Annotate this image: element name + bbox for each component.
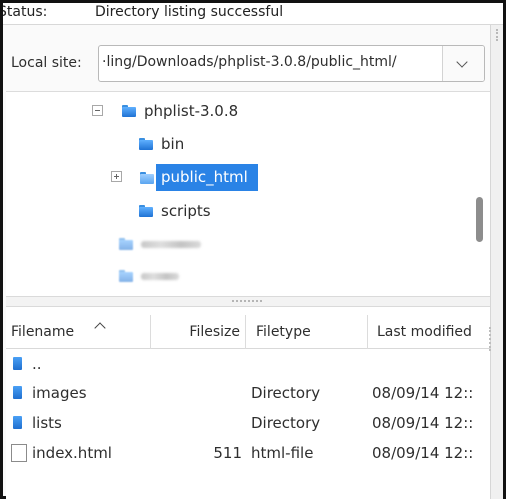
file-modified: 08/09/14 12::: [372, 444, 474, 462]
file-name: ..: [32, 355, 42, 373]
tree-item-phplist[interactable]: phplist-3.0.8: [92, 100, 272, 124]
chevron-down-icon: [456, 56, 468, 68]
folder-open-icon: [140, 172, 154, 184]
local-site-bar: Local site: ·ling/Downloads/phplist-3.0.…: [3, 39, 490, 85]
file-row-parent[interactable]: ..: [6, 349, 490, 379]
file-icon: [11, 444, 27, 462]
column-filetype[interactable]: Filetype: [246, 315, 368, 349]
folder-icon: [13, 416, 23, 429]
column-last-modified[interactable]: Last modified: [368, 315, 490, 349]
status-message: Directory listing successful: [95, 4, 284, 20]
pane-splitter-vertical[interactable]: [490, 25, 503, 499]
file-name: lists: [32, 414, 62, 432]
file-name: index.html: [32, 444, 112, 462]
column-filename[interactable]: Filename: [6, 315, 151, 349]
folder-icon: [139, 205, 153, 217]
collapse-icon[interactable]: [92, 105, 103, 116]
tree-item-bin[interactable]: bin: [139, 133, 219, 157]
tree-selection: public_html: [156, 164, 258, 191]
folder-icon: [139, 138, 153, 150]
column-label: Filename: [11, 324, 75, 340]
tree-item-public-html[interactable]: public_html: [111, 164, 271, 191]
tree-item-label: scripts: [161, 202, 211, 220]
file-list-header: Filename Filesize Filetype Last modified: [6, 315, 491, 351]
folder-icon: [122, 105, 136, 117]
status-log: Status: Directory listing successful: [3, 3, 503, 25]
local-directory-tree[interactable]: phplist-3.0.8 bin public_html scripts: [6, 91, 490, 296]
local-file-list[interactable]: Filename Filesize Filetype Last modified…: [6, 307, 491, 499]
column-label: Last modified: [377, 324, 472, 340]
column-label: Filetype: [256, 324, 311, 340]
tree-item-redacted[interactable]: [119, 233, 209, 257]
folder-icon: [119, 270, 133, 282]
file-name: images: [32, 384, 87, 402]
folder-icon: [13, 357, 23, 370]
file-size: 511: [213, 444, 242, 462]
file-type: Directory: [251, 414, 321, 432]
expand-icon[interactable]: [111, 171, 122, 182]
file-type: html-file: [251, 444, 314, 462]
file-row[interactable]: images Directory 08/09/14 12::: [6, 378, 490, 408]
local-site-label: Local site:: [11, 55, 82, 71]
local-site-dropdown-button[interactable]: [442, 46, 484, 81]
status-label: Status:: [3, 4, 48, 20]
file-modified: 08/09/14 12::: [372, 414, 474, 432]
tree-item-label: public_html: [161, 168, 248, 186]
local-site-combobox[interactable]: ·ling/Downloads/phplist-3.0.8/public_htm…: [98, 45, 485, 82]
column-resize-grip[interactable]: [489, 327, 491, 351]
tree-item-label: phplist-3.0.8: [144, 102, 239, 120]
tree-item-scripts[interactable]: scripts: [139, 200, 239, 224]
local-site-path-input[interactable]: ·ling/Downloads/phplist-3.0.8/public_htm…: [102, 54, 438, 70]
file-row[interactable]: index.html 511 html-file 08/09/14 12::: [6, 438, 490, 468]
tree-scrollbar-thumb[interactable]: [476, 197, 483, 242]
file-row[interactable]: lists Directory 08/09/14 12::: [6, 408, 490, 438]
sort-ascending-icon: [94, 322, 106, 334]
file-modified: 08/09/14 12::: [372, 384, 474, 402]
redacted-label: [141, 273, 179, 280]
redacted-label: [141, 241, 201, 248]
folder-icon: [119, 238, 133, 250]
column-label: Filesize: [189, 324, 240, 340]
folder-icon: [13, 386, 23, 399]
column-filesize[interactable]: Filesize: [151, 315, 246, 349]
tree-item-redacted[interactable]: [119, 265, 209, 289]
splitter-grip: [232, 300, 262, 302]
pane-splitter-horizontal[interactable]: [6, 296, 490, 307]
splitter-grip: [496, 29, 498, 41]
filezilla-local-pane: Status: Directory listing successful Loc…: [0, 0, 506, 499]
tree-item-label: bin: [161, 135, 185, 153]
file-type: Directory: [251, 384, 321, 402]
